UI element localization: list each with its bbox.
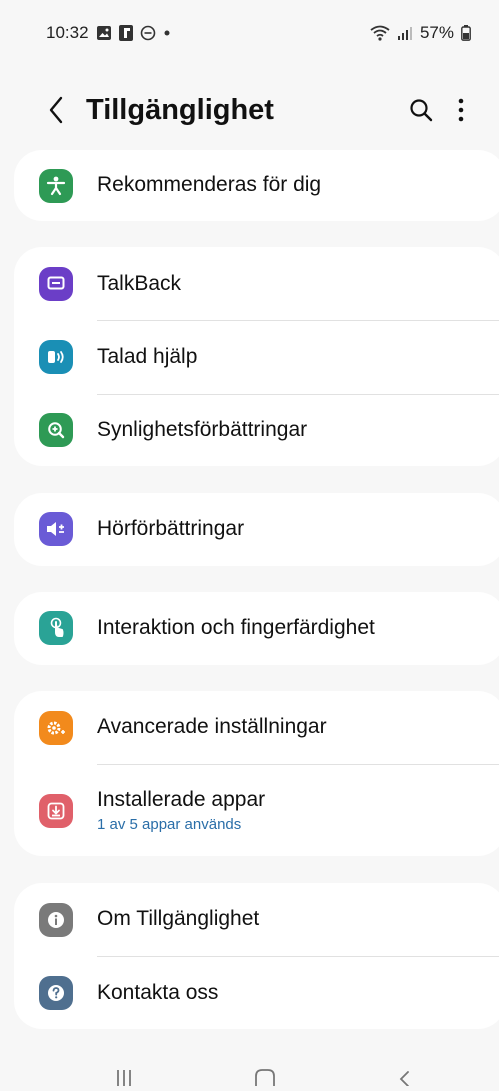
- list-item-hearing[interactable]: Hörförbättringar: [14, 493, 499, 566]
- signal-icon: [397, 25, 413, 41]
- advanced-gear-icon: [39, 711, 73, 745]
- dot-icon: [163, 29, 171, 37]
- status-bar: 10:32 57%: [0, 0, 499, 66]
- list-item-spoken-assistance[interactable]: Talad hjälp: [14, 321, 499, 394]
- app-bar: Tillgänglighet: [0, 72, 499, 148]
- help-icon: [39, 976, 73, 1010]
- search-icon: [410, 99, 433, 122]
- spoken-assistance-icon: [39, 340, 73, 374]
- list-item-label: Synlighetsförbättringar: [97, 418, 308, 441]
- list-item-label: Installerade appar: [97, 788, 266, 811]
- status-time: 10:32: [46, 23, 89, 42]
- hearing-icon: [39, 512, 73, 546]
- home-button[interactable]: [245, 1066, 285, 1090]
- search-button[interactable]: [401, 90, 441, 130]
- list-item-contact[interactable]: Kontakta oss: [14, 957, 499, 1029]
- list-item-label: Interaktion och fingerfärdighet: [97, 616, 375, 639]
- list-item-recommended[interactable]: Rekommenderas för dig: [14, 150, 499, 221]
- list-item-talkback[interactable]: TalkBack: [14, 247, 499, 320]
- list-item-label: TalkBack: [97, 272, 182, 295]
- recents-icon: [117, 1070, 131, 1086]
- more-vertical-icon: [458, 98, 464, 122]
- list-item-label: Avancerade inställningar: [97, 715, 327, 738]
- do-not-disturb-icon: [140, 25, 156, 41]
- list-item-label: Rekommenderas för dig: [97, 173, 322, 196]
- navigation-bar: [0, 1060, 499, 1091]
- back-button[interactable]: [38, 90, 74, 130]
- flipboard-icon: [118, 25, 133, 41]
- list-item-installed-apps[interactable]: Installerade appar 1 av 5 appar används: [14, 765, 499, 856]
- section-card-recommended: Rekommenderas för dig: [14, 150, 499, 221]
- list-item-visibility[interactable]: Synlighetsförbättringar: [14, 395, 499, 466]
- list-item-advanced-settings[interactable]: Avancerade inställningar: [14, 691, 499, 764]
- nav-back-button[interactable]: [384, 1066, 424, 1090]
- section-card-hearing: Hörförbättringar: [14, 493, 499, 566]
- back-icon: [399, 1071, 409, 1086]
- section-card-about: Om Tillgänglighet Kontakta oss: [14, 883, 499, 1029]
- section-card-advanced: Avancerade inställningar Installerade ap…: [14, 691, 499, 856]
- magnify-plus-icon: [39, 413, 73, 447]
- home-icon: [255, 1069, 275, 1086]
- talkback-icon: [39, 267, 73, 301]
- list-item-label: Hörförbättringar: [97, 517, 245, 540]
- accessibility-person-icon: [39, 169, 73, 203]
- list-item-subtitle: 1 av 5 appar används: [97, 816, 242, 833]
- battery-icon: [461, 25, 471, 41]
- section-card-vision: TalkBack Talad hjälp Synlighetsförbättri…: [14, 247, 499, 466]
- gallery-icon: [96, 25, 112, 41]
- more-options-button[interactable]: [441, 90, 481, 130]
- touch-hand-icon: [39, 611, 73, 645]
- info-icon: [39, 903, 73, 937]
- list-item-about[interactable]: Om Tillgänglighet: [14, 883, 499, 956]
- chevron-left-icon: [49, 96, 63, 124]
- list-item-label: Talad hjälp: [97, 345, 198, 368]
- page-title: Tillgänglighet: [86, 93, 274, 126]
- status-left: 10:32: [46, 23, 171, 43]
- list-item-label: Kontakta oss: [97, 981, 219, 1004]
- wifi-icon: [370, 25, 390, 41]
- status-right: 57%: [370, 23, 471, 43]
- recents-button[interactable]: [104, 1066, 144, 1090]
- list-item-label: Om Tillgänglighet: [97, 907, 260, 930]
- list-item-interaction[interactable]: Interaktion och fingerfärdighet: [14, 592, 499, 665]
- section-card-interaction: Interaktion och fingerfärdighet: [14, 592, 499, 665]
- battery-percent: 57%: [419, 23, 454, 42]
- installed-apps-icon: [39, 794, 73, 828]
